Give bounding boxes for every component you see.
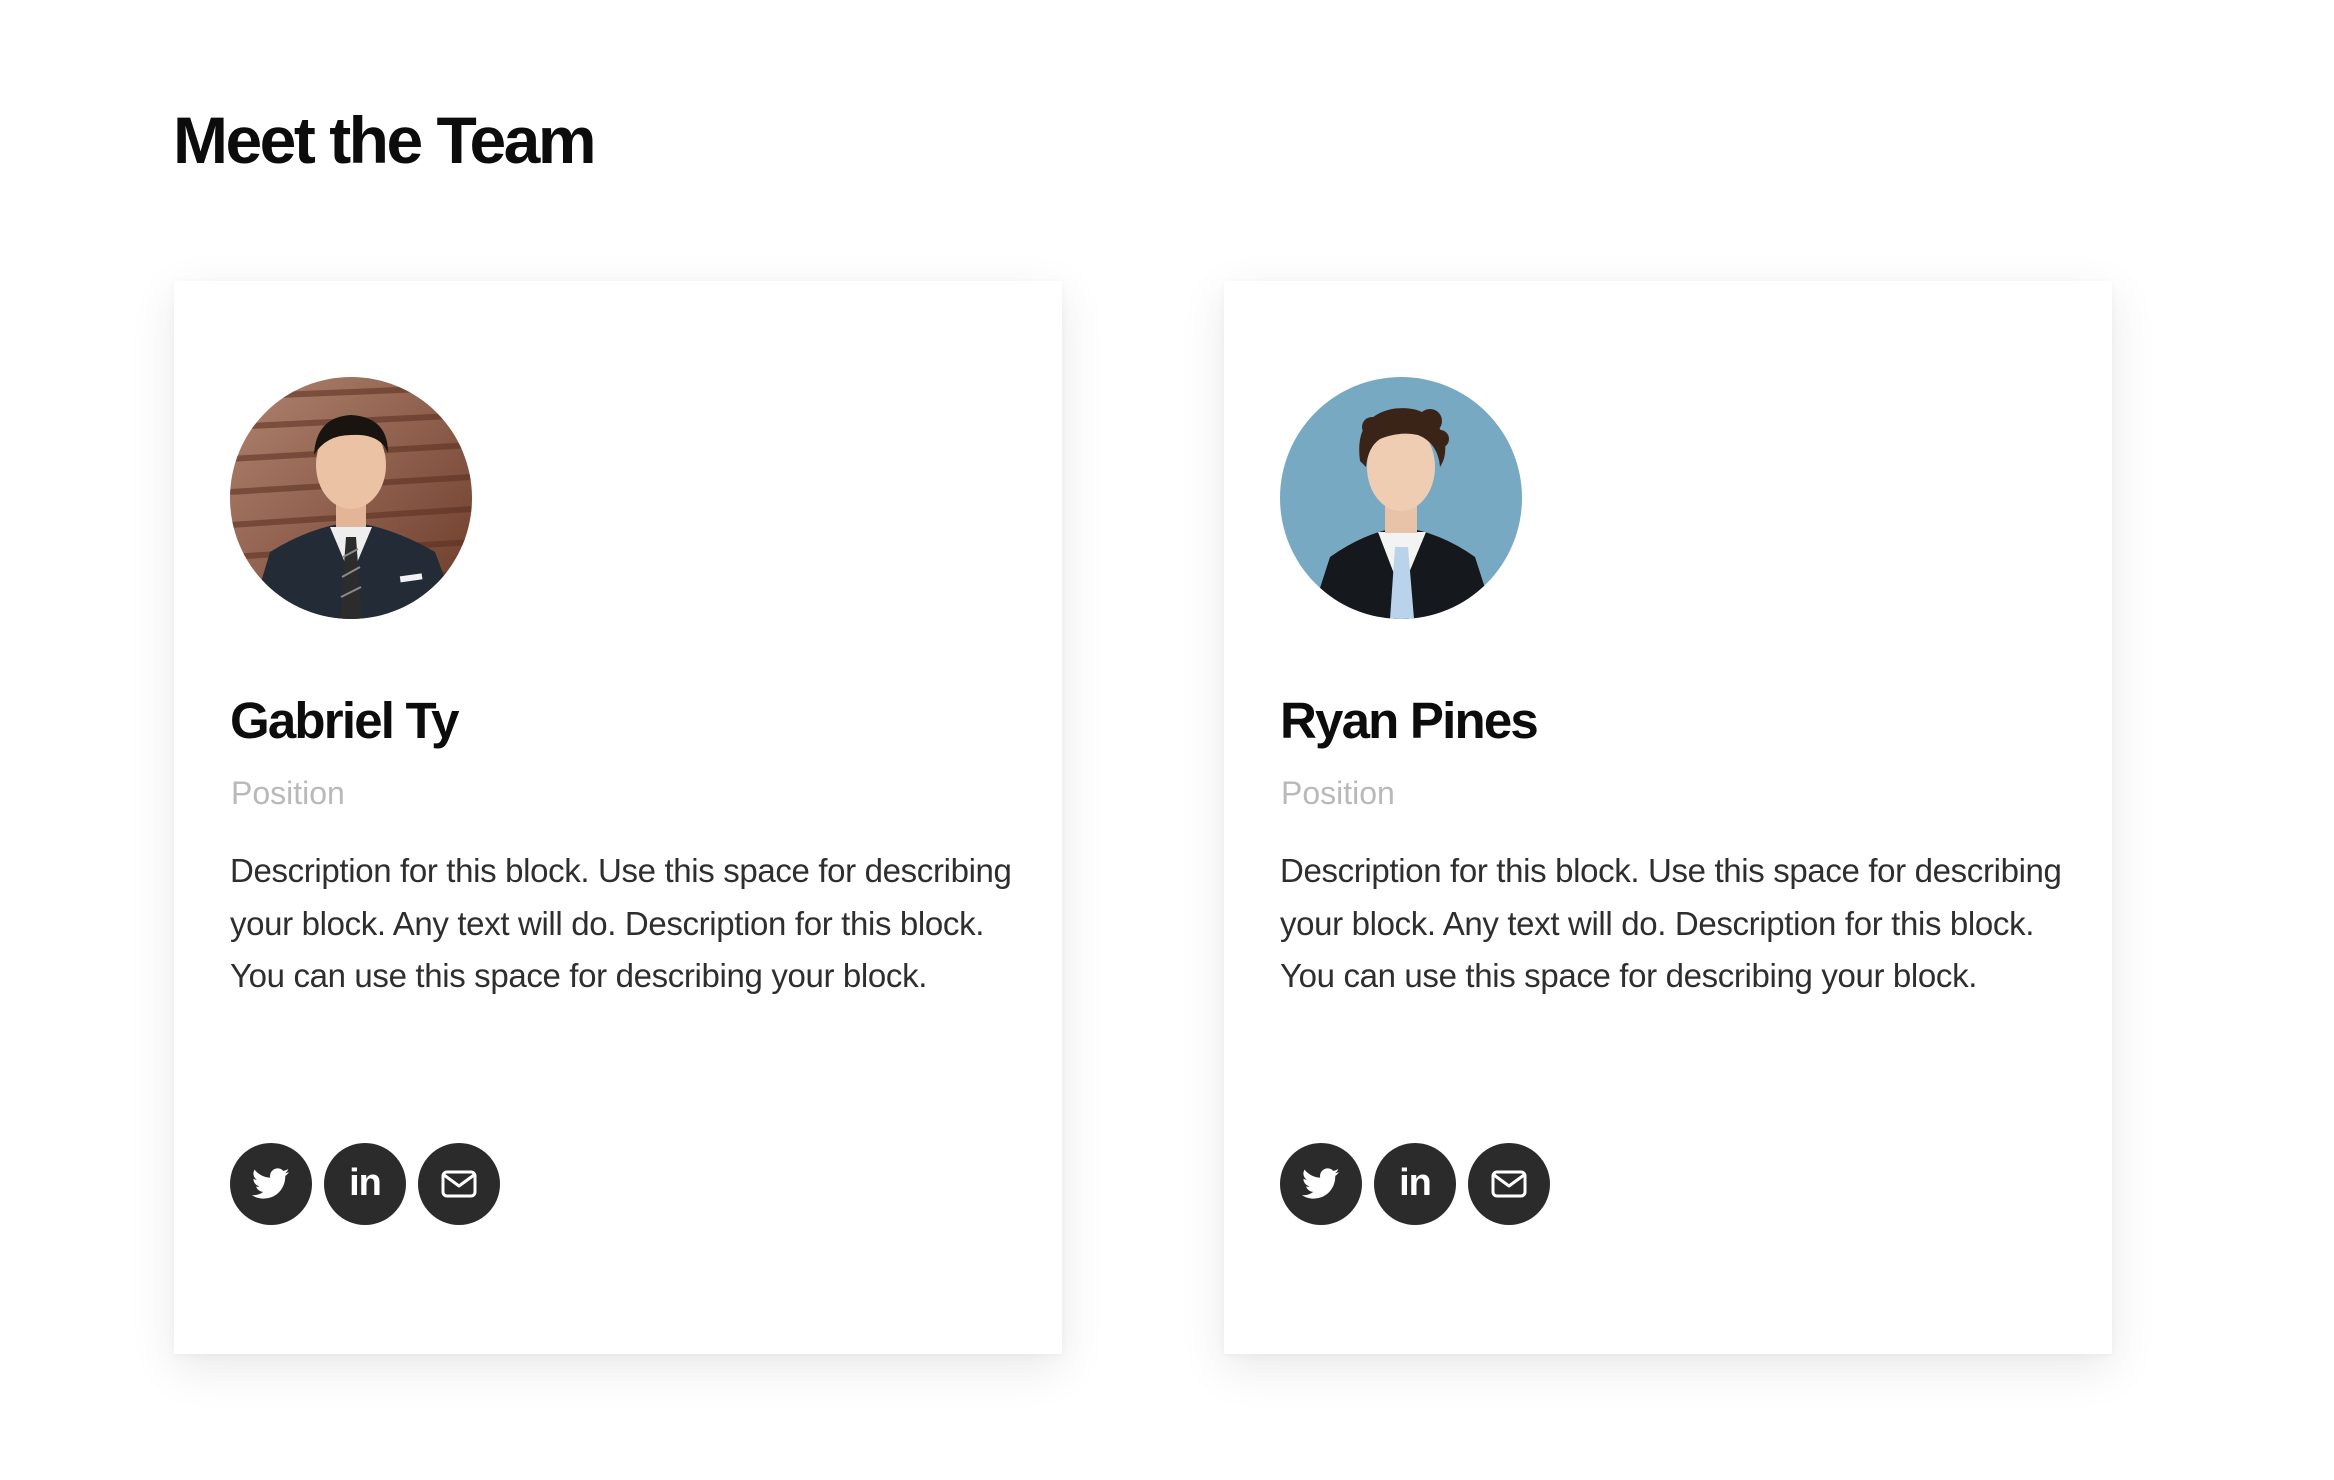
page-title: Meet the Team: [173, 103, 597, 177]
twitter-icon: [252, 1168, 290, 1199]
member-position: Position: [231, 775, 345, 811]
social-links: in: [230, 1143, 500, 1225]
avatar-photo-ryan: [1280, 377, 1522, 619]
linkedin-button[interactable]: in: [1374, 1143, 1456, 1225]
mail-icon: [441, 1170, 477, 1198]
mail-icon: [1491, 1170, 1527, 1198]
linkedin-icon: in: [349, 1162, 382, 1204]
member-name: Gabriel Ty: [230, 692, 459, 749]
email-button[interactable]: [1468, 1143, 1550, 1225]
avatar: [230, 377, 472, 619]
social-links: in: [1280, 1143, 1550, 1225]
linkedin-icon: in: [1399, 1162, 1432, 1204]
twitter-button[interactable]: [1280, 1143, 1362, 1225]
email-button[interactable]: [418, 1143, 500, 1225]
member-description: Description for this block. Use this spa…: [230, 852, 1012, 994]
member-name: Ryan Pines: [1280, 692, 1539, 749]
linkedin-button[interactable]: in: [324, 1143, 406, 1225]
team-member-card: Ryan Pines Position Description for this…: [1224, 281, 2112, 1354]
twitter-icon: [1302, 1168, 1340, 1199]
avatar-photo-gabriel: [230, 377, 472, 619]
member-description: Description for this block. Use this spa…: [1280, 852, 2062, 994]
member-position: Position: [1281, 775, 1395, 811]
team-member-card: Gabriel Ty Position Description for this…: [174, 281, 1062, 1354]
avatar: [1280, 377, 1522, 619]
twitter-button[interactable]: [230, 1143, 312, 1225]
